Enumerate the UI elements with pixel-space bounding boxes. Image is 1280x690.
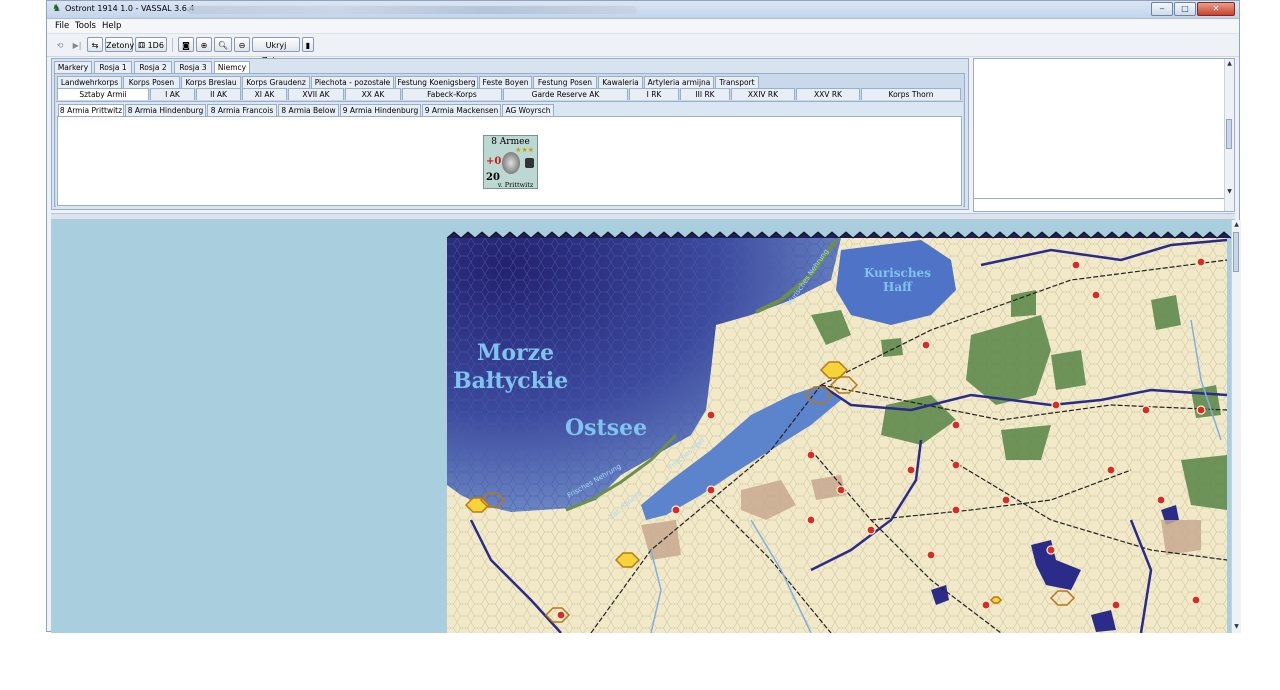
tab-niemcy[interactable]: Niemcy (214, 61, 250, 73)
eagle-icon (525, 158, 534, 168)
chat-input[interactable] (974, 198, 1224, 211)
map-scrollbar[interactable]: ▲ ▼ (1231, 220, 1241, 633)
piece-palette: Markery Rosja 1 Rosja 2 Rosja 3 Niemcy L… (51, 58, 969, 210)
step-forward-icon[interactable]: ▶| (70, 37, 84, 52)
tab-piechota[interactable]: Piechota - pozostałe (311, 76, 394, 88)
label-kurisches: Kurisches (864, 266, 931, 280)
zoom-out-icon[interactable]: ⊖ (234, 37, 250, 52)
tab-9-armia-hindenburg[interactable]: 9 Armia Hindenburg (340, 104, 421, 116)
title-bar[interactable]: ♞ Ostront 1914 1.0 - VASSAL 3.6.4 ‒ □ ✕ (47, 1, 1239, 19)
label-baltyckie: Bałtyckie (453, 368, 568, 394)
map-scroll-down-icon[interactable]: ▼ (1232, 622, 1241, 631)
label-haff: Haff (883, 280, 913, 294)
tab-festung-posen[interactable]: Festung Posen (533, 76, 597, 88)
tab-korps-posen[interactable]: Korps Posen (123, 76, 180, 88)
tab-rosja-2[interactable]: Rosja 2 (134, 61, 172, 73)
scroll-thumb[interactable] (1226, 119, 1232, 149)
top-tabs: Markery Rosja 1 Rosja 2 Rosja 3 Niemcy (54, 61, 254, 73)
tab-transport[interactable]: Transport (715, 76, 759, 88)
maximize-icon[interactable]: □ (1174, 2, 1196, 16)
army-hq-counter[interactable]: 8 Armee ★★★ +0 20 v. Prittwitz (483, 135, 538, 189)
tab-festung-koenigsberg[interactable]: Festung Koenigsberg (395, 76, 478, 88)
application-window: ♞ Ostront 1914 1.0 - VASSAL 3.6.4 ‒ □ ✕ … (46, 0, 1241, 633)
menu-help[interactable]: Help (102, 21, 121, 31)
minimize-icon[interactable]: ‒ (1151, 2, 1173, 16)
counter-stars: ★★★ (515, 146, 534, 154)
counter-name: v. Prittwitz (497, 181, 534, 189)
tab-iii-rk[interactable]: III RK (680, 88, 730, 100)
camera-icon[interactable]: ◙ (178, 37, 194, 52)
tab-i-rk[interactable]: I RK (629, 88, 679, 100)
tab-xxv-rk[interactable]: XXV RK (796, 88, 860, 100)
menu-tools[interactable]: Tools (75, 21, 96, 31)
tab-rosja-3[interactable]: Rosja 3 (174, 61, 212, 73)
tab-landwehrkorps[interactable]: Landwehrkorps (57, 76, 122, 88)
tab-ag-woyrsch[interactable]: AG Woyrsch (502, 104, 554, 116)
chat-scrollbar[interactable]: ▲ ▼ (1224, 59, 1234, 211)
tab-korps-breslau[interactable]: Korps Breslau (181, 76, 241, 88)
dice-label: 1D6 (147, 41, 164, 50)
tab-8-armia-francois[interactable]: 8 Armia Francois (207, 104, 277, 116)
tab-artyleria[interactable]: Artyleria armijna (644, 76, 714, 88)
close-icon[interactable]: ✕ (1197, 2, 1235, 16)
tab-kawaleria[interactable]: Kawaleria (598, 76, 643, 88)
undo-icon[interactable]: ⟲ (53, 37, 67, 52)
tab-ii-ak[interactable]: II AK (196, 88, 241, 100)
dice-icon: ⚅ (138, 41, 146, 50)
map-view[interactable]: Morze Bałtyckie Ostsee Kurisches Haff Ku… (51, 220, 1231, 633)
map-edge (446, 231, 1231, 239)
tab-xx-ak[interactable]: XX AK (345, 88, 401, 100)
app-icon: ♞ (52, 3, 61, 14)
taskbar-overlay (187, 6, 637, 14)
counter-stack-icon[interactable]: ▮ (302, 37, 314, 52)
tab-korps-graudenz[interactable]: Korps Graudenz (242, 76, 310, 88)
tab-rosja-1[interactable]: Rosja 1 (94, 61, 132, 73)
sztaby-panel: 8 Armia Prittwitz 8 Armia Hindenburg 8 A… (56, 101, 963, 207)
tab-i-ak[interactable]: I AK (150, 88, 195, 100)
tab-garde-reserve-ak[interactable]: Garde Reserve AK (503, 88, 628, 100)
hide-counters-button[interactable]: Ukryj Zetony (252, 37, 300, 65)
scroll-down-icon[interactable]: ▼ (1225, 187, 1234, 196)
tab-xxiv-rk[interactable]: XXIV RK (731, 88, 795, 100)
menu-file[interactable]: File (55, 21, 69, 31)
label-ostsee: Ostsee (565, 415, 647, 441)
tab-8-armia-prittwitz[interactable]: 8 Armia Prittwitz (58, 104, 124, 116)
map-scroll-thumb[interactable] (1233, 232, 1239, 272)
scroll-up-icon[interactable]: ▲ (1225, 59, 1234, 68)
menu-bar: File Tools Help (47, 19, 1239, 34)
zetony-button[interactable]: Zetony (105, 37, 134, 52)
tab-8-armia-hindenburg[interactable]: 8 Armia Hindenburg (125, 104, 206, 116)
tab-feste-boyen[interactable]: Feste Boyen (479, 76, 532, 88)
toolbar-separator (172, 38, 173, 52)
counter-modifier: +0 (486, 156, 502, 167)
split-divider[interactable] (51, 213, 1235, 220)
tab-xi-ak[interactable]: XI AK (242, 88, 287, 100)
dice-button[interactable]: ⚅ 1D6 (135, 37, 167, 52)
map-scroll-up-icon[interactable]: ▲ (1232, 220, 1241, 229)
window-title: Ostront 1914 1.0 - VASSAL 3.6.4 (65, 4, 195, 13)
counter-area: 8 Armee ★★★ +0 20 v. Prittwitz (57, 116, 962, 206)
label-morze: Morze (477, 340, 554, 366)
zoom-in-icon[interactable]: ⊕ (196, 37, 212, 52)
tab-9-armia-mackensen[interactable]: 9 Armia Mackensen (422, 104, 501, 116)
niemcy-panel: Landwehrkorps Korps Posen Korps Breslau … (54, 73, 965, 207)
tab-sztaby-armii[interactable]: Sztaby Armii (57, 88, 149, 100)
chat-panel[interactable]: ▲ ▼ (973, 58, 1235, 212)
zoom-select-icon[interactable]: 🔍︎ (214, 37, 232, 52)
tab-8-armia-below[interactable]: 8 Armia Below (278, 104, 339, 116)
tab-fabeck-korps[interactable]: Fabeck-Korps (402, 88, 502, 100)
tab-markery[interactable]: Markery (54, 61, 92, 73)
tab-xvii-ak[interactable]: XVII AK (288, 88, 344, 100)
portrait-icon (502, 152, 520, 174)
swap-arrows-icon[interactable]: ⇆ (87, 37, 103, 52)
toolbar: ⟲ ▶| ⇆ Zetony ⚅ 1D6 ◙ ⊕ 🔍︎ ⊖ Ukryj Zeton… (47, 34, 1239, 65)
game-map[interactable]: Morze Bałtyckie Ostsee Kurisches Haff Ku… (51, 220, 1231, 633)
tab-korps-thorn[interactable]: Korps Thorn (861, 88, 961, 100)
